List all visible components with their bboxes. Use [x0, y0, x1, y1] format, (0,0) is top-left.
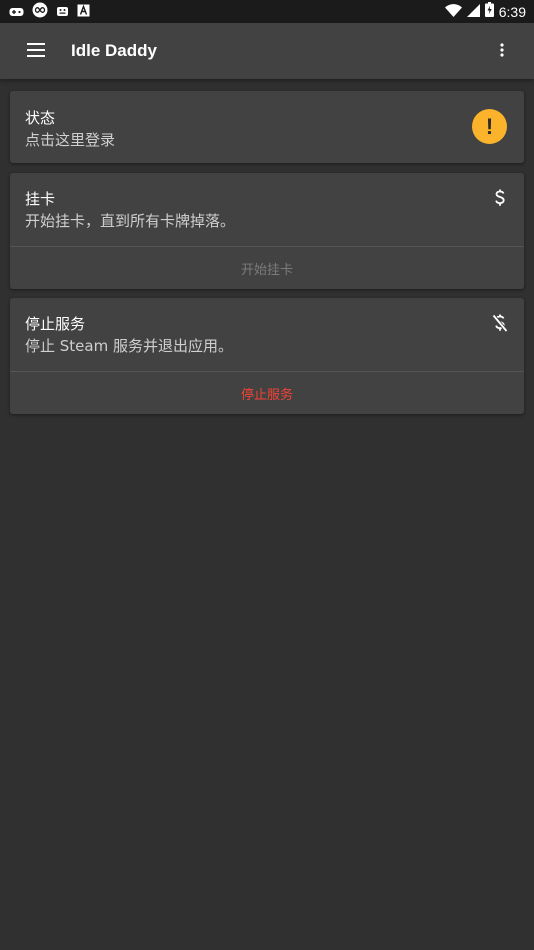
- stop-service-card: 停止服务 停止 Steam 服务并退出应用。 停止服务: [10, 298, 524, 414]
- idle-card: 挂卡 开始挂卡，直到所有卡牌掉落。 开始挂卡: [10, 173, 524, 289]
- font-app-icon: [77, 2, 90, 21]
- stop-card-description: 停止 Steam 服务并退出应用。: [25, 337, 233, 355]
- stop-service-button[interactable]: 停止服务: [10, 372, 524, 414]
- idle-card-title: 挂卡: [25, 190, 56, 208]
- clock: 6:39: [498, 3, 526, 20]
- dollar-off-icon: [492, 314, 508, 336]
- hamburger-icon: [27, 42, 45, 61]
- stop-card-title: 停止服务: [25, 315, 86, 333]
- menu-button[interactable]: [11, 23, 61, 79]
- more-vert-icon: [500, 42, 504, 61]
- gamepad-icon: [9, 2, 24, 21]
- status-bar: 6:39: [0, 0, 534, 23]
- cell-signal-icon: [466, 2, 480, 21]
- status-card-title: 状态: [25, 109, 56, 127]
- notification-icons: [9, 2, 90, 22]
- login-prompt: 点击这里登录: [25, 131, 116, 149]
- idle-card-description: 开始挂卡，直到所有卡牌掉落。: [25, 212, 236, 230]
- start-idle-button[interactable]: 开始挂卡: [10, 247, 524, 289]
- app-bar: Idle Daddy: [0, 23, 534, 79]
- battery-charging-icon: [484, 2, 494, 21]
- infinity-app-icon: [32, 2, 48, 22]
- wifi-icon: [444, 2, 462, 21]
- system-icons: 6:39: [444, 2, 526, 21]
- status-card[interactable]: 状态 点击这里登录 !: [10, 91, 524, 163]
- overflow-menu-button[interactable]: [488, 37, 516, 65]
- android-icon: [56, 2, 69, 21]
- app-title: Idle Daddy: [71, 41, 157, 60]
- dollar-icon: [494, 189, 506, 211]
- warning-icon: !: [472, 109, 507, 144]
